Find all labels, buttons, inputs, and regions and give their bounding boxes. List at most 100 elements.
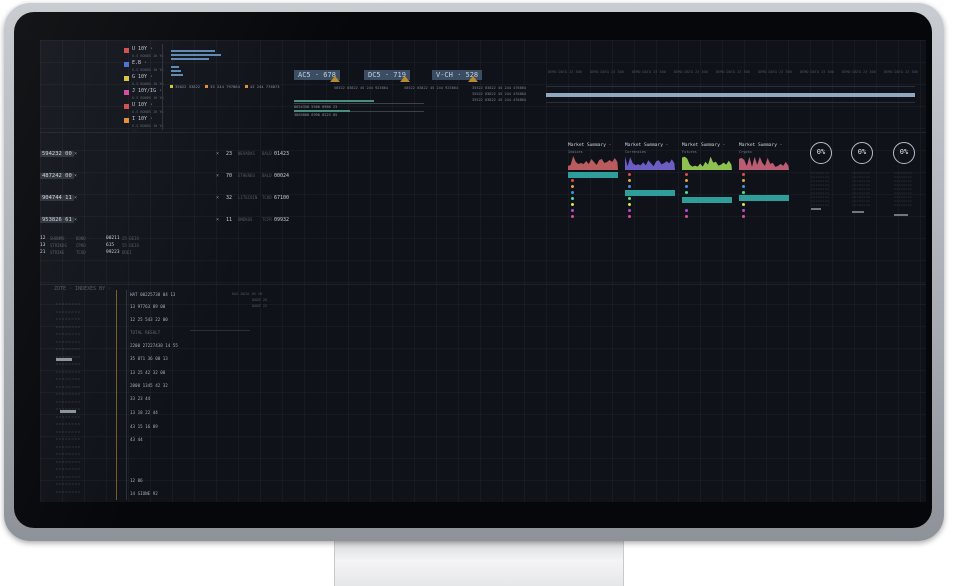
gauge-dot-grid: ▫▫▫▫▫▫▫▫ ▫▫▫▫▫▫▫▫ ▫▫▫▫▫▫▫▫ ▫▫▫▫▫▫▫▫ ▫▫▫▫… (894, 171, 913, 207)
market-row[interactable] (742, 208, 786, 213)
asset-id: 904744 11 (40, 195, 74, 201)
legend-label: G 10Y · (132, 74, 154, 80)
close-icon[interactable]: × (74, 151, 77, 157)
gauge-mini-bar (852, 211, 864, 213)
market-row[interactable] (571, 202, 615, 207)
summary-c: 00211 (106, 236, 120, 241)
legend-label: I 10Y · (132, 116, 154, 122)
dot-row: ▫▫▫▫▫▫▫▫ (56, 474, 81, 479)
asset-row-id[interactable]: 487242 00 (40, 173, 74, 179)
market-row[interactable] (628, 202, 672, 207)
asset-value: 00024 (274, 173, 290, 179)
market-summary-card[interactable]: Market Summary · Crypto (739, 143, 789, 219)
close-icon[interactable]: × (74, 195, 77, 201)
market-row[interactable] (685, 208, 729, 213)
summary-c: 615 (106, 243, 115, 248)
market-row[interactable] (742, 178, 786, 183)
market-row[interactable] (628, 208, 672, 213)
market-row[interactable] (685, 172, 729, 177)
warning-triangle-icon (400, 76, 410, 82)
market-row[interactable] (571, 184, 615, 189)
market-row[interactable] (685, 178, 729, 183)
dot-row: ▫▫▫▫▫▫▫▫ (56, 482, 81, 486)
market-sparkline (682, 156, 732, 170)
market-row[interactable] (628, 196, 672, 201)
column-header[interactable]: DEMO DATA 23 300 (674, 70, 708, 74)
market-summary-card[interactable]: Market Summary · Indices (568, 143, 618, 219)
market-row[interactable] (571, 208, 615, 213)
summary-d: DDEI (122, 250, 132, 255)
market-row[interactable] (571, 214, 615, 219)
market-row[interactable] (628, 172, 672, 177)
ticker-line: 35522 03822 45 244 476864 (472, 92, 527, 96)
lower-line: 2000 1345 42 32 (130, 383, 168, 388)
dot-row: ▫▫▫▫▫▫▫▫ (56, 437, 81, 441)
market-row[interactable] (628, 178, 672, 183)
close-icon[interactable]: × (216, 195, 219, 201)
close-icon[interactable]: × (216, 173, 219, 179)
market-row-dot (628, 197, 631, 200)
market-row[interactable] (742, 184, 786, 189)
market-row[interactable] (628, 214, 672, 219)
market-row[interactable] (571, 196, 615, 201)
column-header[interactable]: DEMO DATA 23 300 (758, 70, 792, 74)
bars-footer-text: 35022 53822 (175, 84, 201, 89)
asset-code: TCOD (262, 195, 272, 200)
asset-row-id[interactable]: 594232 00 (40, 151, 74, 157)
summary-n: 12 (40, 236, 46, 241)
asset-code: BALD (262, 173, 272, 178)
market-row[interactable] (685, 214, 729, 219)
ticker-line: 58522 03822 45 244 923864 (404, 86, 459, 90)
market-row-dot (742, 203, 745, 206)
market-row[interactable] (571, 190, 615, 195)
asset-name: ONEKOS (238, 217, 253, 222)
market-row[interactable] (571, 178, 615, 183)
selected-row-highlight[interactable] (546, 93, 915, 97)
market-row[interactable] (742, 214, 786, 219)
asset-count: 70 (226, 173, 233, 179)
market-summary-card[interactable]: Market Summary · Futures (682, 143, 732, 219)
market-row-dot (685, 179, 688, 182)
legend-label: E.B · (132, 60, 148, 66)
legend-label: U 10Y · (132, 102, 154, 108)
lower-bar[interactable] (60, 410, 76, 413)
monitor-frame: U 10Y · U.S BONDS 10 YR ... E.B · U.S BONDS… (4, 3, 944, 541)
column-header[interactable]: DEMO DATA 23 300 (884, 70, 918, 74)
lower-line: 12 86 (130, 478, 143, 483)
column-header[interactable]: DEMO DATA 23 300 (548, 70, 582, 74)
lower-bar[interactable] (56, 358, 72, 361)
legend-item[interactable]: I 10Y · U.S BONDS 10 YR ... (124, 116, 164, 136)
market-highlight-bar[interactable] (739, 195, 789, 201)
column-header[interactable]: DEMO DATA 23 300 (842, 70, 876, 74)
market-row-dot (628, 215, 631, 218)
market-row[interactable] (685, 190, 729, 195)
dot-row: ▫▫▫▫▫▫▫▫ (56, 339, 81, 344)
market-row[interactable] (742, 172, 786, 177)
close-icon[interactable]: × (216, 217, 219, 223)
bars-footer-item: 43 244 776873 (244, 84, 280, 89)
close-icon[interactable]: × (74, 217, 77, 223)
column-header[interactable]: DEMO DATA 23 300 (800, 70, 834, 74)
market-highlight-bar[interactable] (682, 197, 732, 203)
market-row[interactable] (685, 184, 729, 189)
asset-row-id[interactable]: 953826 61 (40, 217, 74, 223)
market-row[interactable] (628, 184, 672, 189)
lower-side-label: KAS DATA 05 CH (232, 292, 263, 296)
market-highlight-bar[interactable] (568, 172, 618, 178)
column-header[interactable]: DEMO DATA 23 300 (590, 70, 624, 74)
market-row[interactable] (742, 202, 786, 207)
dot-row: ▫▫▫▫▫▫▫▫ (56, 467, 81, 471)
asset-row-id[interactable]: 904744 11 (40, 195, 74, 201)
close-icon[interactable]: × (74, 173, 77, 179)
market-row-dot (628, 173, 631, 176)
column-header[interactable]: DEMO DATA 23 300 (632, 70, 666, 74)
column-header[interactable]: DEMO DATA 23 300 (716, 70, 750, 74)
market-row-dot (742, 215, 745, 218)
market-highlight-bar[interactable] (625, 190, 675, 196)
monitor-stand (334, 540, 624, 586)
percentage-gauge: 0% (851, 142, 873, 164)
asset-id: 594232 00 (40, 151, 74, 157)
market-summary-card[interactable]: Market Summary · Currencies (625, 143, 675, 219)
summary-a: SHONMO (50, 236, 65, 241)
close-icon[interactable]: × (216, 151, 219, 157)
